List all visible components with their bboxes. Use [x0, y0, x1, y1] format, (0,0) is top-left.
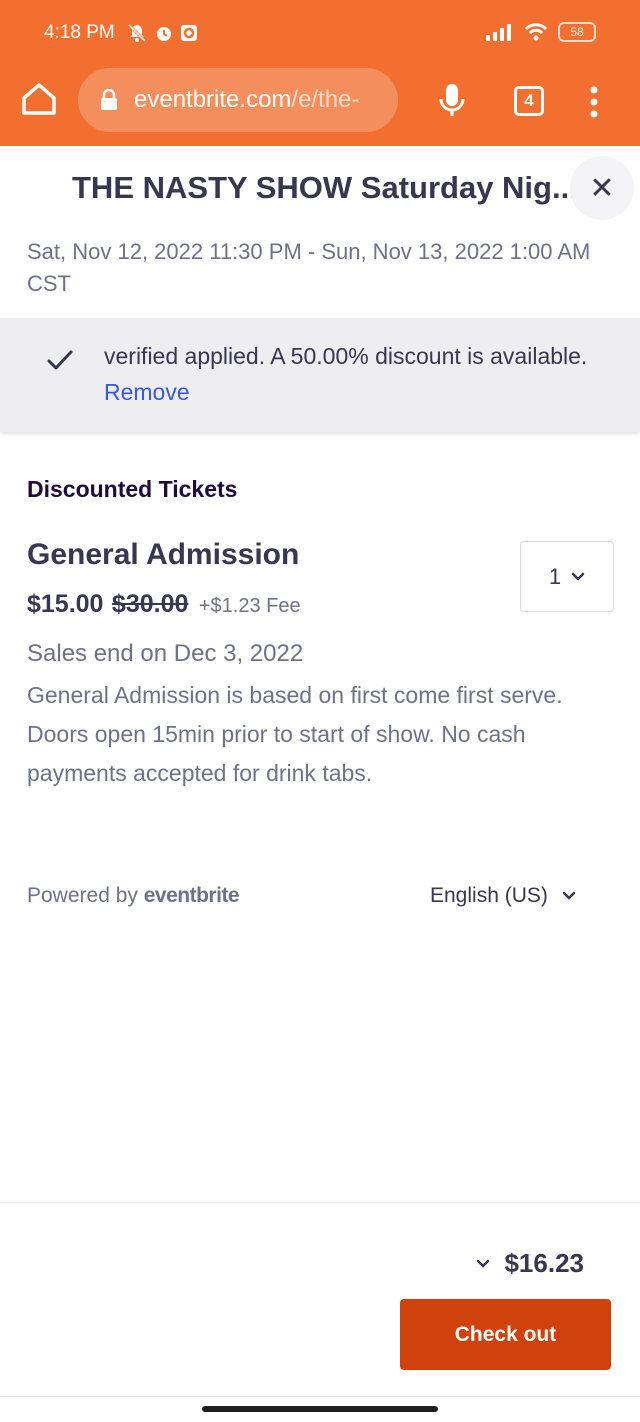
event-date: Sat, Nov 12, 2022 11:30 PM - Sun, Nov 13… — [27, 239, 591, 296]
battery-icon: 58 — [558, 22, 596, 42]
ticket-description: General Admission is based on first come… — [27, 682, 563, 786]
chevron-down-icon — [562, 891, 576, 900]
discount-banner: verified applied. A 50.00% discount is a… — [0, 318, 640, 432]
order-total-toggle[interactable]: $16.23 — [476, 1248, 584, 1279]
powered-by-label: Powered by — [27, 884, 138, 907]
url-text: eventbrite.com/e/the- — [134, 86, 386, 114]
microphone-icon[interactable] — [436, 82, 468, 118]
status-icons-right: 58 — [486, 22, 596, 42]
quantity-select[interactable]: 1 — [520, 541, 614, 612]
discount-message: verified applied. A 50.00% discount is a… — [104, 338, 604, 410]
url-host: eventbrite.com — [134, 86, 292, 113]
original-price: $30.00 — [111, 590, 189, 618]
more-menu-icon[interactable] — [582, 84, 606, 120]
chevron-down-icon — [571, 572, 585, 581]
powered-by: Powered by eventbrite — [27, 884, 240, 908]
wifi-icon — [524, 23, 548, 41]
home-icon[interactable] — [20, 80, 58, 118]
fee-text: +$1.23 Fee — [198, 595, 301, 617]
close-button[interactable]: ✕ — [570, 156, 634, 220]
url-path: /e/the- — [291, 86, 360, 113]
checkout-button[interactable]: Check out — [400, 1299, 611, 1370]
ticket-name: General Admission — [27, 538, 300, 571]
settings-badge-icon — [181, 25, 197, 41]
bottom-divider — [0, 1396, 640, 1397]
checkout-header: THE NASTY SHOW Saturday Nig... ✕ — [0, 150, 640, 228]
order-total: $16.23 — [504, 1248, 584, 1278]
footer-divider — [0, 1202, 640, 1203]
check-icon — [47, 350, 73, 370]
eventbrite-logo[interactable]: eventbrite — [144, 884, 240, 907]
url-bar[interactable]: eventbrite.com/e/the- — [78, 68, 398, 132]
price-row: $15.00 $30.00 +$1.23 Fee — [27, 590, 301, 619]
sales-end-text: Sales end on Dec 3, 2022 — [27, 640, 304, 667]
browser-chrome: 4:18 PM 58 eventbrite.com/e/the- 4 — [0, 0, 640, 146]
browser-toolbar: eventbrite.com/e/the- 4 — [0, 66, 640, 132]
status-bar: 4:18 PM 58 — [0, 0, 640, 68]
status-icons-left — [126, 22, 198, 44]
status-time: 4:18 PM — [44, 22, 115, 43]
remove-discount-link[interactable]: Remove — [104, 379, 190, 405]
event-title: THE NASTY SHOW Saturday Nig... — [72, 170, 578, 205]
home-indicator[interactable] — [202, 1406, 438, 1412]
language-label: English (US) — [430, 884, 548, 907]
discount-text: verified applied. A 50.00% discount is a… — [104, 343, 588, 369]
section-heading: Discounted Tickets — [27, 476, 238, 502]
muted-bell-icon — [127, 23, 147, 43]
alarm-icon — [157, 27, 171, 41]
discounted-price: $15.00 — [27, 590, 104, 618]
language-select[interactable]: English (US) — [430, 884, 576, 908]
lock-icon — [101, 89, 117, 110]
quantity-value: 1 — [548, 563, 562, 589]
signal-icon — [486, 24, 511, 41]
tab-switcher-button[interactable]: 4 — [514, 86, 544, 116]
chevron-down-icon — [477, 1259, 490, 1268]
